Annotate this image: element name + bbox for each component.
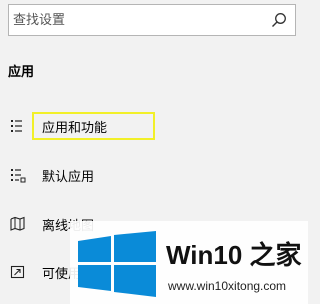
map-icon [10, 216, 25, 231]
search-input[interactable] [9, 5, 263, 35]
nav-label-default-apps: 默认应用 [42, 170, 95, 185]
open-with-icon [10, 265, 25, 279]
list-icon [11, 120, 22, 132]
nav-label-apps-features: 应用和功能 [42, 121, 108, 136]
search-icon[interactable] [271, 12, 287, 28]
section-title: 应用 [8, 65, 35, 80]
watermark-title: Win10 之家 [166, 240, 302, 270]
nav-item-apps-features[interactable]: 应用和功能 [0, 112, 180, 140]
default-apps-icon [11, 169, 26, 183]
nav-item-default-apps[interactable]: 默认应用 [0, 161, 180, 189]
watermark-logo: Win10 之家 www.win10xitong.com [70, 221, 308, 304]
windows-logo-icon [78, 231, 156, 297]
search-box[interactable] [8, 4, 296, 36]
watermark-url: www.win10xitong.com [168, 279, 287, 293]
